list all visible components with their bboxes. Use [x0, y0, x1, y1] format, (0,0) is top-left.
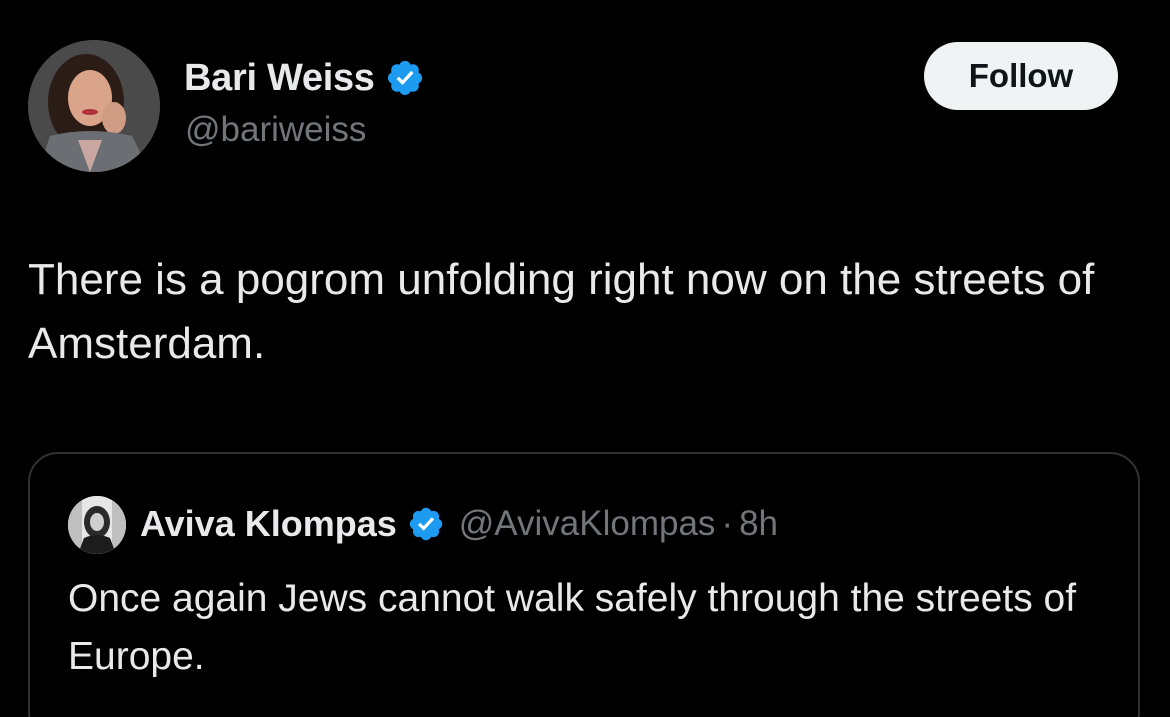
- author-name-row: Bari Weiss: [184, 56, 425, 100]
- meta-separator: ·: [721, 504, 734, 543]
- author-display-name[interactable]: Bari Weiss: [184, 57, 375, 100]
- author-avatar[interactable]: [28, 40, 160, 172]
- author-handle[interactable]: @bariweiss: [185, 110, 366, 150]
- verified-badge-icon: [385, 58, 425, 98]
- tweet-text: There is a pogrom unfolding right now on…: [28, 255, 1095, 368]
- quoted-tweet-card[interactable]: Aviva Klompas @AvivaKlompas · 8h Once ag…: [28, 452, 1140, 717]
- verified-badge-icon: [407, 505, 445, 543]
- quoted-tweet-text: Once again Jews cannot walk safely throu…: [68, 577, 1077, 678]
- quoted-author-avatar[interactable]: [68, 496, 126, 554]
- author-avatar-image: [28, 40, 160, 172]
- quoted-tweet-timestamp[interactable]: 8h: [739, 504, 778, 544]
- follow-button[interactable]: Follow: [924, 42, 1118, 110]
- tweet[interactable]: Bari Weiss @bariweiss Follow There is a …: [0, 0, 1170, 717]
- quoted-tweet-header: Aviva Klompas @AvivaKlompas · 8h: [140, 500, 778, 548]
- quoted-author-avatar-image: [68, 496, 126, 554]
- quoted-author-display-name[interactable]: Aviva Klompas: [140, 503, 397, 545]
- quoted-author-handle[interactable]: @AvivaKlompas: [459, 504, 716, 544]
